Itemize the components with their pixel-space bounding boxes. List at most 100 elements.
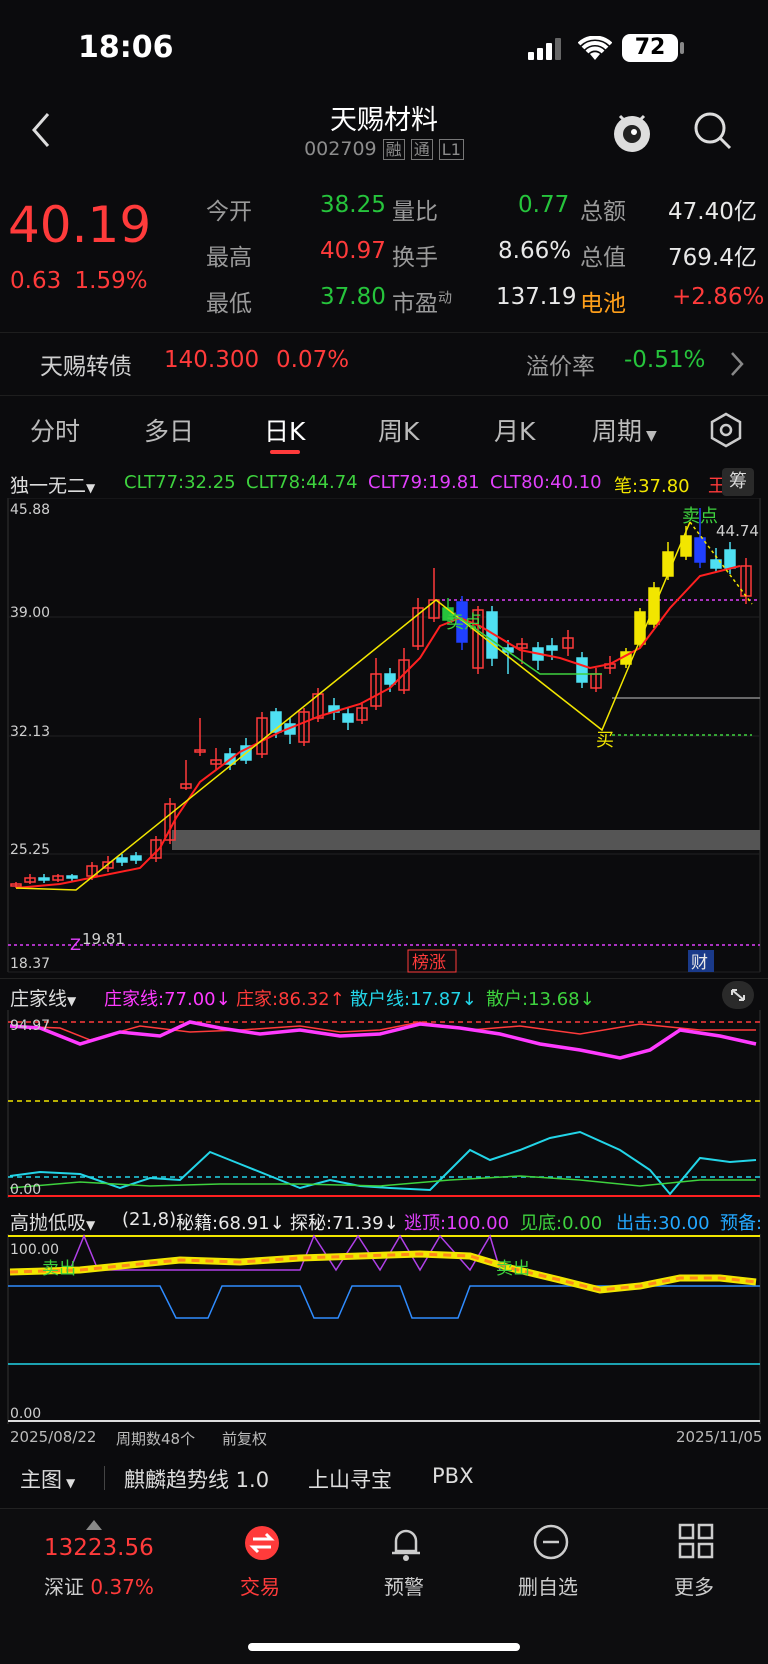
main-chart-label: 主图 [20,1468,62,1492]
zhuangjia-value: 庄家:86.32↑ [236,989,345,1010]
candle-body [130,855,142,861]
sub2-top-label: 100.00 [10,1242,59,1258]
clt77-value: CLT77:32.25 [124,472,236,493]
candle-body [694,537,706,563]
miji-thick-line [9,1250,757,1294]
candle-body [342,713,354,723]
nav-alert[interactable]: 预警 [384,1571,424,1600]
zhuangjia-line-curve [9,1020,757,1060]
sanhu-curve [9,1175,756,1189]
clt78-value: CLT78:44.74 [246,472,358,493]
sanhu-line-value: 散户线:17.87↓ [350,989,477,1010]
y-label-4: 25.25 [10,842,50,858]
zhuangjia-line-value: 庄家线:77.00↓ [104,989,231,1010]
battery-tip [680,42,684,54]
sub1-top-label: 94.97 [10,1018,50,1034]
index-value[interactable]: 13223.56 [44,1535,154,1561]
candle-body [66,875,78,879]
more-grid-icon[interactable] [678,1523,714,1563]
tab-period-dropdown[interactable]: 周期 ▼ [592,412,657,448]
margin-tag: 融 [382,139,405,160]
tab-intraday[interactable]: 分时 [30,412,80,448]
sub1-chart[interactable]: 94.97 0.00 [0,1010,768,1198]
high-value: 40.97 [320,238,386,264]
bang-zhang-tag: 榜涨 [412,953,446,973]
candle-body [116,857,128,863]
pe-label-text: 市盈 [392,291,438,317]
chip-distribution-button[interactable]: 筹 [722,468,754,496]
bottom-nav: 13223.56 深证 0.37% 交易 预警 删自选 更多 [0,1508,768,1664]
tab-daily-k[interactable]: 日K [264,412,305,448]
indicator-qilin[interactable]: 麒麟趋势线 1.0 [124,1464,269,1494]
bond-price: 140.300 [164,347,260,373]
open-value: 38.25 [320,192,386,218]
sector-change[interactable]: +2.86% [672,284,764,310]
sub2-params: (21,8) [122,1209,177,1230]
yubei-value: 预备: [720,1213,763,1234]
nav-remove-watchlist[interactable]: 删自选 [518,1571,578,1600]
sector-label[interactable]: 电池 [580,284,626,318]
candle-body [576,657,588,683]
index-line[interactable]: 深证 0.37% [44,1571,154,1600]
sell-point-label-2: 卖点 [682,506,718,527]
trade-icon[interactable] [244,1525,280,1565]
candle-body [384,673,396,685]
sub2-chart[interactable]: 100.00 0.00 卖出 卖出 [0,1234,768,1424]
premium-value: -0.51% [624,347,706,373]
main-chart-legend: 独一无二▼ CLT77:32.25 CLT78:44.74 CLT79:19.8… [0,468,768,498]
convertible-bond-row[interactable]: 天赐转债 140.300 0.07% 溢价率 -0.51% [0,332,768,396]
y-label-2: 39.00 [10,605,50,621]
remove-watchlist-icon[interactable] [532,1523,570,1565]
sell-signal-1: 卖出 [42,1259,76,1279]
premium-label: 溢价率 [526,354,595,380]
volume-ratio-label: 量比 [392,199,438,225]
caret-up-icon [86,1515,102,1534]
z-marker: Z [70,935,81,954]
caret-down-icon: ▼ [86,1218,96,1232]
sub2-indicator-select[interactable]: 高抛低吸▼ [10,1208,95,1235]
pe-dynamic-sup: 动 [438,290,452,307]
caret-down-icon: ▼ [86,481,96,495]
volume-ratio-value: 0.77 [518,192,570,218]
stock-header: 天赐材料 002709 融 通 L1 [0,96,768,170]
quote-panel: 40.19 0.63 1.59% 今开 38.25 量比 0.77 总额 47.… [0,176,768,326]
taoding-value: 逃顶:100.00 [404,1213,510,1234]
mascot-icon[interactable] [610,106,654,158]
chevron-right-icon [728,349,746,383]
main-chart-select[interactable]: 主图 ▼ [20,1464,75,1494]
connect-tag: 通 [410,139,433,160]
nav-trade[interactable]: 交易 [240,1571,280,1600]
settings-hexagon-icon[interactable] [708,412,744,452]
main-indicator-select[interactable]: 独一无二▼ [10,471,95,498]
index-name: 深证 [44,1575,84,1599]
active-tab-indicator [270,450,300,454]
jiandi-value: 见底:0.00 [520,1213,603,1234]
tab-multi-day[interactable]: 多日 [144,412,194,448]
change-amount: 0.63 [10,268,62,294]
expand-icon[interactable] [722,981,754,1009]
search-icon[interactable] [692,110,734,156]
status-bar: 18:06 72 [0,0,768,96]
sub1-indicator-select[interactable]: 庄家线▼ [10,984,76,1011]
market-cap-value: 769.4亿 [668,245,757,271]
level-tag: L1 [438,139,464,160]
wifi-icon [577,35,613,66]
indicator-pbx[interactable]: PBX [432,1464,473,1488]
adjustment-mode[interactable]: 前复权 [222,1428,267,1449]
sub1-bottom-label: 0.00 [10,1182,41,1198]
nav-more[interactable]: 更多 [674,1571,714,1600]
indicator-shangshan[interactable]: 上山寻宝 [308,1464,392,1494]
last-price: 40.19 [8,196,152,254]
tab-weekly-k[interactable]: 周K [378,412,419,448]
cellular-signal-icon [528,38,564,64]
low-price-label: 19.81 [82,930,125,948]
bell-icon[interactable] [388,1523,424,1567]
tab-monthly-k[interactable]: 月K [494,412,535,448]
main-candlestick-chart[interactable]: 45.88 39.00 32.13 25.25 18.37 卖点 卖点 44.7… [0,498,768,976]
chuji-value: 出击:30.00 [616,1213,710,1234]
tab-period-label: 周期 [592,417,643,446]
bi-value: 笔:37.80 [614,476,690,497]
bond-name: 天赐转债 [40,354,132,380]
sanhu-value: 散户:13.68↓ [486,989,595,1010]
tanmi-value: 探秘:71.39↓ [290,1213,399,1234]
